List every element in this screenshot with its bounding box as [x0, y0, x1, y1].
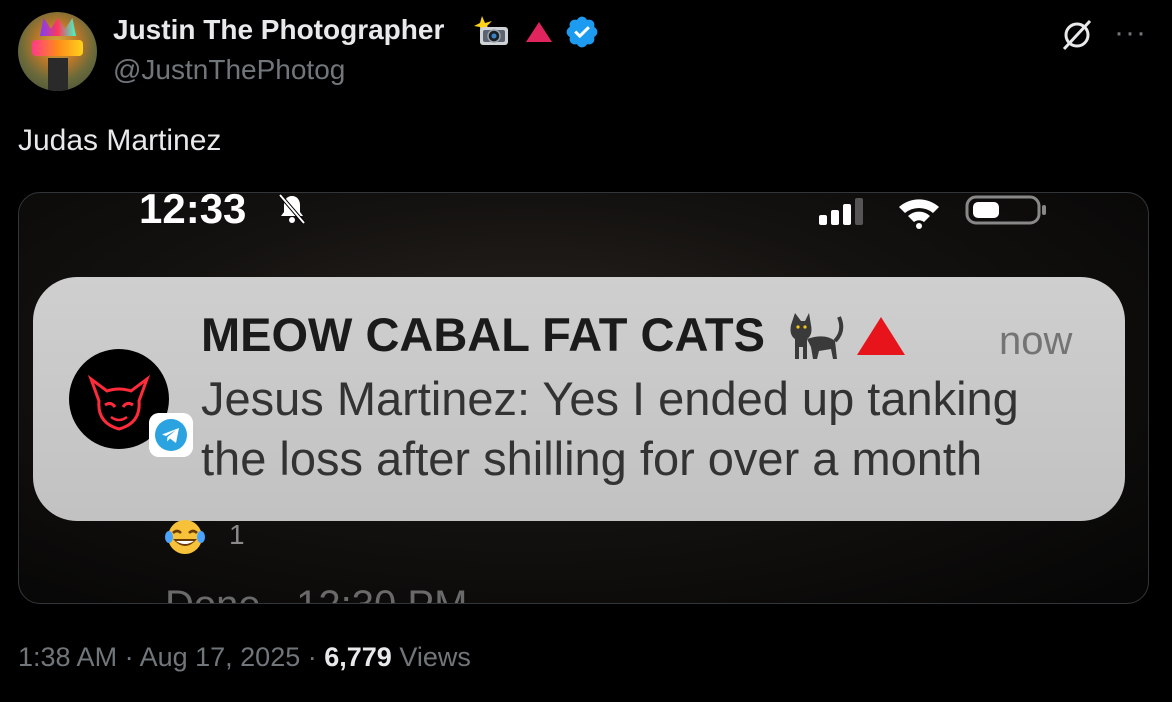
views-label: Views [391, 642, 471, 672]
verified-icon [566, 16, 598, 48]
red-triangle-icon [857, 317, 905, 355]
notification-message-line-1: Jesus Martinez: Yes I ended up tanking [201, 372, 1019, 425]
avatar-figure [48, 58, 68, 91]
tweet-time[interactable]: 1:38 AM [18, 642, 117, 672]
tweet-date[interactable]: Aug 17, 2025 [140, 642, 301, 672]
reaction-count: 1 [229, 519, 245, 550]
tweet-text: Judas Martinez [18, 124, 222, 157]
notification-title: MEOW CABAL FAT CATS [201, 308, 765, 361]
bell-off-icon [278, 193, 306, 225]
meta-separator: · [117, 642, 140, 672]
status-bar-time: 12:33 [139, 192, 247, 232]
battery-icon [965, 195, 1046, 225]
wifi-icon [899, 199, 939, 229]
laughing-crying-emoji-icon [165, 520, 205, 554]
grok-icon[interactable] [1060, 18, 1094, 52]
signal-icon [819, 198, 863, 225]
cut-off-message-text: Done · 12:30 PM [165, 581, 467, 603]
more-options-icon[interactable]: ··· [1114, 16, 1147, 50]
notification-card[interactable]: MEOW CABAL FAT CATS now Jesus Martinez: … [33, 277, 1125, 521]
author-handle[interactable]: @JustnThePhotog [113, 54, 345, 86]
views-count[interactable]: 6,779 [324, 642, 392, 672]
author-avatar[interactable] [18, 12, 97, 91]
black-cat-icon [790, 313, 844, 359]
avatar-visor [32, 40, 83, 56]
avatar-crown [40, 18, 76, 36]
meta-separator: · [300, 642, 325, 672]
telegram-icon [149, 413, 193, 457]
author-name[interactable]: Justin The Photographer [113, 14, 444, 46]
notification-message-line-2: the loss after shilling for over a month [201, 432, 983, 485]
tweet-media-image[interactable]: 12:33 MEOW CABAL FAT CATS now Jesus Mart… [18, 192, 1149, 604]
tweet-meta: 1:38 AM · Aug 17, 2025 · 6,779 Views [18, 642, 471, 673]
camera-flash-icon [474, 16, 508, 45]
notification-time: now [999, 319, 1073, 363]
red-triangle-icon [526, 22, 552, 42]
